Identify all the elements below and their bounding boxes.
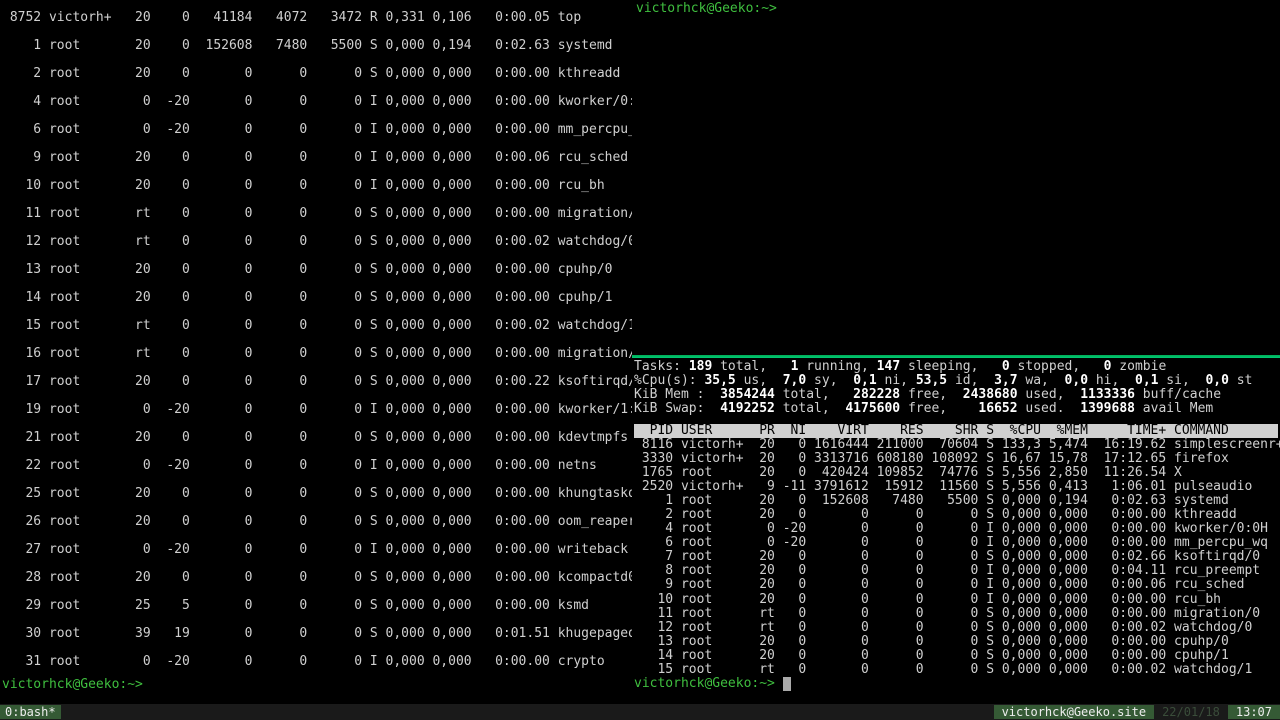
process-row: 8116 victorh+ 20 0 1616444 211000 70604 …	[634, 438, 1278, 452]
process-row: 1 root 20 0 152608 7480 5500 S 0,000 0,1…	[2, 32, 630, 60]
right-bottom-terminal-pane[interactable]: Tasks: 189 total, 1 running, 147 sleepin…	[632, 358, 1280, 704]
status-date: 22/01/18	[1154, 705, 1228, 720]
process-row: 11 root rt 0 0 0 0 S 0,000 0,000 0:00.00…	[2, 200, 630, 228]
process-row: 10 root 20 0 0 0 0 I 0,000 0,000 0:00.00…	[634, 593, 1278, 607]
process-row: 2 root 20 0 0 0 0 S 0,000 0,000 0:00.00 …	[634, 508, 1278, 522]
process-row: 21 root 20 0 0 0 0 S 0,000 0,000 0:00.00…	[2, 424, 630, 452]
shell-prompt: victorhck@Geeko:~>	[636, 1, 777, 16]
tmux-statusbar: 0:bash* victorhck@Geeko.site 22/01/18 13…	[0, 704, 1280, 720]
process-row: 31 root 0 -20 0 0 0 I 0,000 0,000 0:00.0…	[2, 648, 630, 676]
process-row: 19 root 0 -20 0 0 0 I 0,000 0,000 0:00.0…	[2, 396, 630, 424]
top-summary-cpu: %Cpu(s): 35,5 us, 7,0 sy, 0,1 ni, 53,5 i…	[634, 374, 1278, 388]
status-window[interactable]: 0:bash*	[0, 705, 61, 720]
process-row: 14 root 20 0 0 0 0 S 0,000 0,000 0:00.00…	[2, 284, 630, 312]
process-row: 1765 root 20 0 420424 109852 74776 S 5,5…	[634, 466, 1278, 480]
process-row: 2520 victorh+ 9 -11 3791612 15912 11560 …	[634, 480, 1278, 494]
process-row: 30 root 39 19 0 0 0 S 0,000 0,000 0:01.5…	[2, 620, 630, 648]
process-row: 1 root 20 0 152608 7480 5500 S 0,000 0,1…	[634, 494, 1278, 508]
status-time: 13:07	[1228, 705, 1280, 720]
process-row: 4 root 0 -20 0 0 0 I 0,000 0,000 0:00.00…	[634, 522, 1278, 536]
process-row: 8752 victorh+ 20 0 41184 4072 3472 R 0,3…	[2, 4, 630, 32]
process-row: 27 root 0 -20 0 0 0 I 0,000 0,000 0:00.0…	[2, 536, 630, 564]
top-summary-swap: KiB Swap: 4192252 total, 4175600 free, 1…	[634, 402, 1278, 416]
process-row: 6 root 0 -20 0 0 0 I 0,000 0,000 0:00.00…	[634, 536, 1278, 550]
process-row: 14 root 20 0 0 0 0 S 0,000 0,000 0:00.00…	[634, 649, 1278, 663]
process-row: 29 root 25 5 0 0 0 S 0,000 0,000 0:00.00…	[2, 592, 630, 620]
process-row: 10 root 20 0 0 0 0 I 0,000 0,000 0:00.00…	[2, 172, 630, 200]
process-row: 15 root rt 0 0 0 0 S 0,000 0,000 0:00.02…	[2, 312, 630, 340]
process-row: 16 root rt 0 0 0 0 S 0,000 0,000 0:00.00…	[2, 340, 630, 368]
shell-prompt: victorhck@Geeko:~>	[634, 676, 775, 691]
process-row: 17 root 20 0 0 0 0 S 0,000 0,000 0:00.22…	[2, 368, 630, 396]
left-terminal-pane[interactable]: 8752 victorh+ 20 0 41184 4072 3472 R 0,3…	[0, 0, 632, 704]
shell-prompt: victorhck@Geeko:~>	[2, 677, 143, 692]
process-row: 9 root 20 0 0 0 0 I 0,000 0,000 0:00.06 …	[634, 578, 1278, 592]
status-host: victorhck@Geeko.site	[994, 705, 1155, 720]
process-row: 22 root 0 -20 0 0 0 I 0,000 0,000 0:00.0…	[2, 452, 630, 480]
process-row: 12 root rt 0 0 0 0 S 0,000 0,000 0:00.02…	[634, 621, 1278, 635]
process-row: 26 root 20 0 0 0 0 S 0,000 0,000 0:00.00…	[2, 508, 630, 536]
right-top-terminal-pane[interactable]: victorhck@Geeko:~>	[632, 0, 1280, 355]
top-summary-mem: KiB Mem : 3854244 total, 282228 free, 24…	[634, 388, 1278, 402]
process-row: 2 root 20 0 0 0 0 S 0,000 0,000 0:00.00 …	[2, 60, 630, 88]
top-summary-tasks: Tasks: 189 total, 1 running, 147 sleepin…	[634, 360, 1278, 374]
process-row: 11 root rt 0 0 0 0 S 0,000 0,000 0:00.00…	[634, 607, 1278, 621]
process-row: 12 root rt 0 0 0 0 S 0,000 0,000 0:00.02…	[2, 228, 630, 256]
process-row: 13 root 20 0 0 0 0 S 0,000 0,000 0:00.00…	[2, 256, 630, 284]
process-row: 15 root rt 0 0 0 0 S 0,000 0,000 0:00.02…	[634, 663, 1278, 677]
process-row: 8 root 20 0 0 0 0 I 0,000 0,000 0:04.11 …	[634, 564, 1278, 578]
process-row: 25 root 20 0 0 0 0 S 0,000 0,000 0:00.00…	[2, 480, 630, 508]
process-row: 4 root 0 -20 0 0 0 I 0,000 0,000 0:00.00…	[2, 88, 630, 116]
process-row: 3330 victorh+ 20 0 3313716 608180 108092…	[634, 452, 1278, 466]
process-row: 7 root 20 0 0 0 0 S 0,000 0,000 0:02.66 …	[634, 550, 1278, 564]
process-row: 9 root 20 0 0 0 0 I 0,000 0,000 0:00.06 …	[2, 144, 630, 172]
process-table-header: PID USER PR NI VIRT RES SHR S %CPU %MEM …	[634, 424, 1278, 438]
process-row: 6 root 0 -20 0 0 0 I 0,000 0,000 0:00.00…	[2, 116, 630, 144]
process-row: 28 root 20 0 0 0 0 S 0,000 0,000 0:00.00…	[2, 564, 630, 592]
cursor-icon	[783, 677, 791, 691]
process-row: 13 root 20 0 0 0 0 S 0,000 0,000 0:00.00…	[634, 635, 1278, 649]
